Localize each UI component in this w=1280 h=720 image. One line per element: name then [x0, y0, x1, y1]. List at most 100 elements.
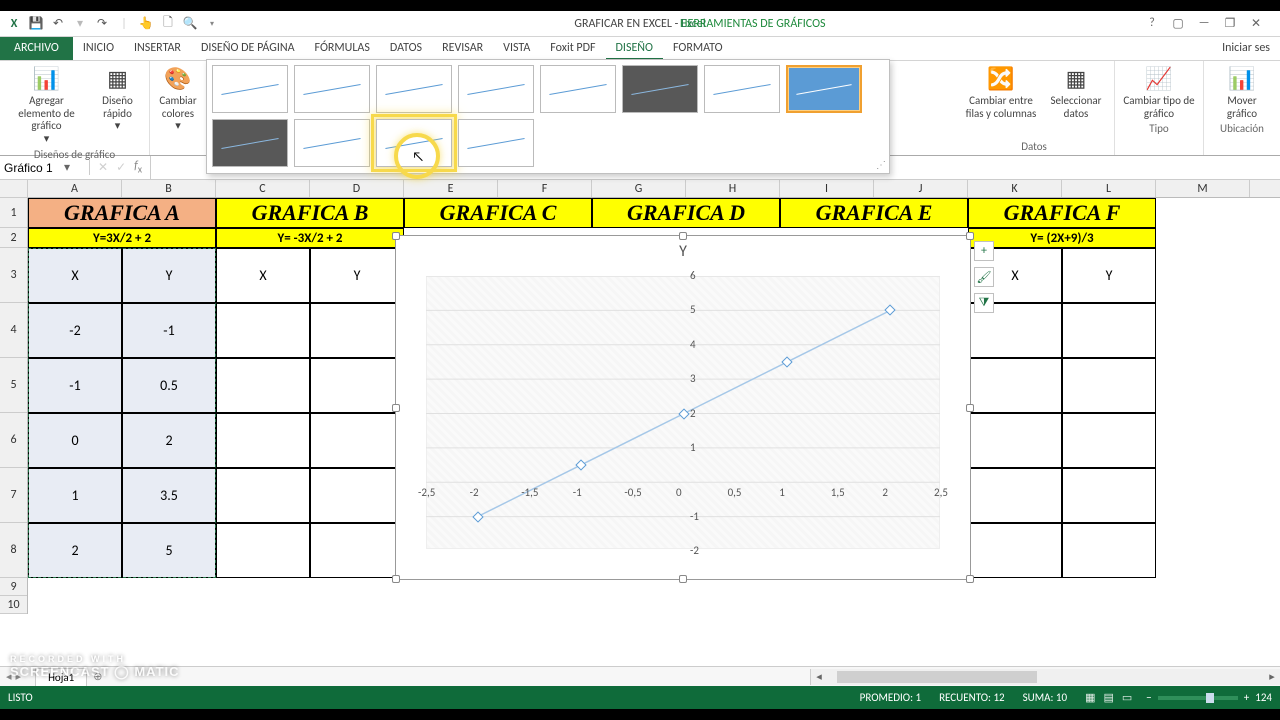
tab-file[interactable]: ARCHIVO [0, 37, 73, 60]
data-cell[interactable] [1062, 468, 1156, 523]
minimize-icon[interactable]: — [1196, 16, 1212, 31]
col-header[interactable]: K [968, 180, 1062, 197]
data-cell[interactable] [968, 523, 1062, 578]
data-cell[interactable] [968, 468, 1062, 523]
cancel-icon[interactable]: ✕ [98, 160, 108, 175]
zoom-control[interactable]: − + 124 [1146, 691, 1272, 704]
change-chart-type-button[interactable]: 📈 Cambiar tipo de gráfico [1123, 65, 1195, 120]
xy-header[interactable]: X [216, 248, 310, 303]
row-header[interactable]: 2 [0, 228, 27, 248]
row-header[interactable]: 1 [0, 198, 27, 228]
data-cell[interactable]: 2 [122, 413, 216, 468]
data-cell[interactable] [216, 468, 310, 523]
style-9[interactable] [212, 119, 288, 167]
xy-header[interactable]: Y [122, 248, 216, 303]
data-cell[interactable]: 2 [28, 523, 122, 578]
maximize-icon[interactable]: ❐ [1222, 16, 1238, 31]
select-all-corner[interactable] [0, 180, 28, 198]
style-2[interactable] [294, 65, 370, 113]
col-header[interactable]: F [498, 180, 592, 197]
chart-handle[interactable] [392, 404, 400, 412]
name-box-dropdown-icon[interactable]: ▾ [64, 160, 70, 175]
style-4[interactable] [458, 65, 534, 113]
quick-layout-button[interactable]: ▦ Diseño rápido▾ [93, 65, 143, 133]
equation-cell[interactable]: Y= -3X/2 + 2 [216, 228, 404, 248]
data-cell[interactable] [1062, 303, 1156, 358]
plot-area[interactable]: -2,5-2-1,5-1-0,500,511,522,5-2-1123456 [426, 276, 940, 549]
equation-cell[interactable]: Y=3X/2 + 2 [28, 228, 216, 248]
chart-handle[interactable] [679, 575, 687, 583]
new-icon[interactable]: 🗋 [160, 16, 176, 32]
switch-row-col-button[interactable]: 🔀 Cambiar entre filas y columnas [962, 65, 1040, 120]
data-cell[interactable]: -2 [28, 303, 122, 358]
qat-customize-icon[interactable]: ▾ [204, 16, 220, 32]
grafica-header[interactable]: GRAFICA E [780, 198, 968, 228]
row-header[interactable]: 3 [0, 248, 27, 303]
col-header[interactable]: C [216, 180, 310, 197]
move-chart-button[interactable]: 📊 Mover gráfico [1212, 65, 1272, 120]
col-header[interactable]: H [686, 180, 780, 197]
name-box[interactable]: ▾ [0, 160, 90, 175]
data-cell[interactable] [1062, 523, 1156, 578]
save-icon[interactable]: 💾 [28, 16, 44, 32]
grafica-header[interactable]: GRAFICA B [216, 198, 404, 228]
view-break-icon[interactable]: ▭ [1122, 691, 1132, 704]
undo-icon[interactable]: ↶ [50, 16, 66, 32]
xy-header[interactable]: X [28, 248, 122, 303]
select-data-button[interactable]: ▦ Seleccionar datos [1046, 65, 1106, 120]
style-5[interactable] [540, 65, 616, 113]
data-cell[interactable] [310, 523, 404, 578]
chart-brush-button[interactable]: 🖌 [974, 267, 994, 287]
close-icon[interactable]: ✕ [1248, 16, 1264, 31]
add-chart-element-button[interactable]: 📊 Agregar elemento de gráfico▾ [7, 65, 87, 146]
col-header[interactable]: I [780, 180, 874, 197]
change-colors-button[interactable]: 🎨 Cambiar colores▾ [153, 65, 203, 133]
zoom-out-icon[interactable]: − [1146, 691, 1151, 704]
chart-handle[interactable] [679, 232, 687, 240]
tab-foxit[interactable]: Foxit PDF [540, 37, 605, 60]
xy-header[interactable]: Y [1062, 248, 1156, 303]
col-header[interactable]: E [404, 180, 498, 197]
style-8-selected[interactable] [786, 65, 862, 113]
scroll-left-icon[interactable]: ◂ [811, 670, 827, 683]
data-cell[interactable]: 0 [28, 413, 122, 468]
view-normal-icon[interactable]: ▦ [1085, 691, 1095, 704]
style-10[interactable] [294, 119, 370, 167]
data-cell[interactable] [968, 413, 1062, 468]
tab-insertar[interactable]: INSERTAR [124, 37, 191, 60]
col-header[interactable]: G [592, 180, 686, 197]
row-header[interactable]: 5 [0, 358, 27, 413]
grafica-header[interactable]: GRAFICA C [404, 198, 592, 228]
horizontal-scrollbar[interactable]: ◂ ▸ [810, 669, 1280, 685]
chart-handle[interactable] [966, 575, 974, 583]
tab-diseno[interactable]: DISEÑO [606, 37, 663, 60]
tab-formulas[interactable]: FÓRMULAS [305, 37, 380, 60]
col-header[interactable]: B [122, 180, 216, 197]
col-header[interactable]: J [874, 180, 968, 197]
row-header[interactable]: 7 [0, 468, 27, 523]
style-3[interactable] [376, 65, 452, 113]
chart-title[interactable]: Y [396, 242, 970, 261]
data-cell[interactable]: -1 [28, 358, 122, 413]
chart-filter-button[interactable]: ⧩ [974, 293, 994, 313]
chart-handle[interactable] [966, 232, 974, 240]
confirm-icon[interactable]: ✓ [116, 160, 126, 175]
data-cell[interactable] [1062, 358, 1156, 413]
style-1[interactable] [212, 65, 288, 113]
data-cell[interactable]: 3.5 [122, 468, 216, 523]
col-header[interactable]: D [310, 180, 404, 197]
row-header[interactable]: 4 [0, 303, 27, 358]
redo-icon[interactable]: ↷ [94, 16, 110, 32]
style-7[interactable] [704, 65, 780, 113]
tab-revisar[interactable]: REVISAR [432, 37, 493, 60]
preview-icon[interactable]: 🔍 [182, 16, 198, 32]
worksheet-grid[interactable]: ABCDEFGHIJKLM 12345678910 GRAFICA AGRAFI… [0, 180, 1280, 650]
data-cell[interactable] [310, 358, 404, 413]
row-header[interactable]: 9 [0, 578, 27, 596]
col-header[interactable]: M [1156, 180, 1250, 197]
data-cell[interactable]: 1 [28, 468, 122, 523]
zoom-in-icon[interactable]: + [1244, 691, 1249, 704]
grafica-header[interactable]: GRAFICA A [28, 198, 216, 228]
fx-icon[interactable]: fx [134, 159, 142, 175]
data-cell[interactable]: 0.5 [122, 358, 216, 413]
